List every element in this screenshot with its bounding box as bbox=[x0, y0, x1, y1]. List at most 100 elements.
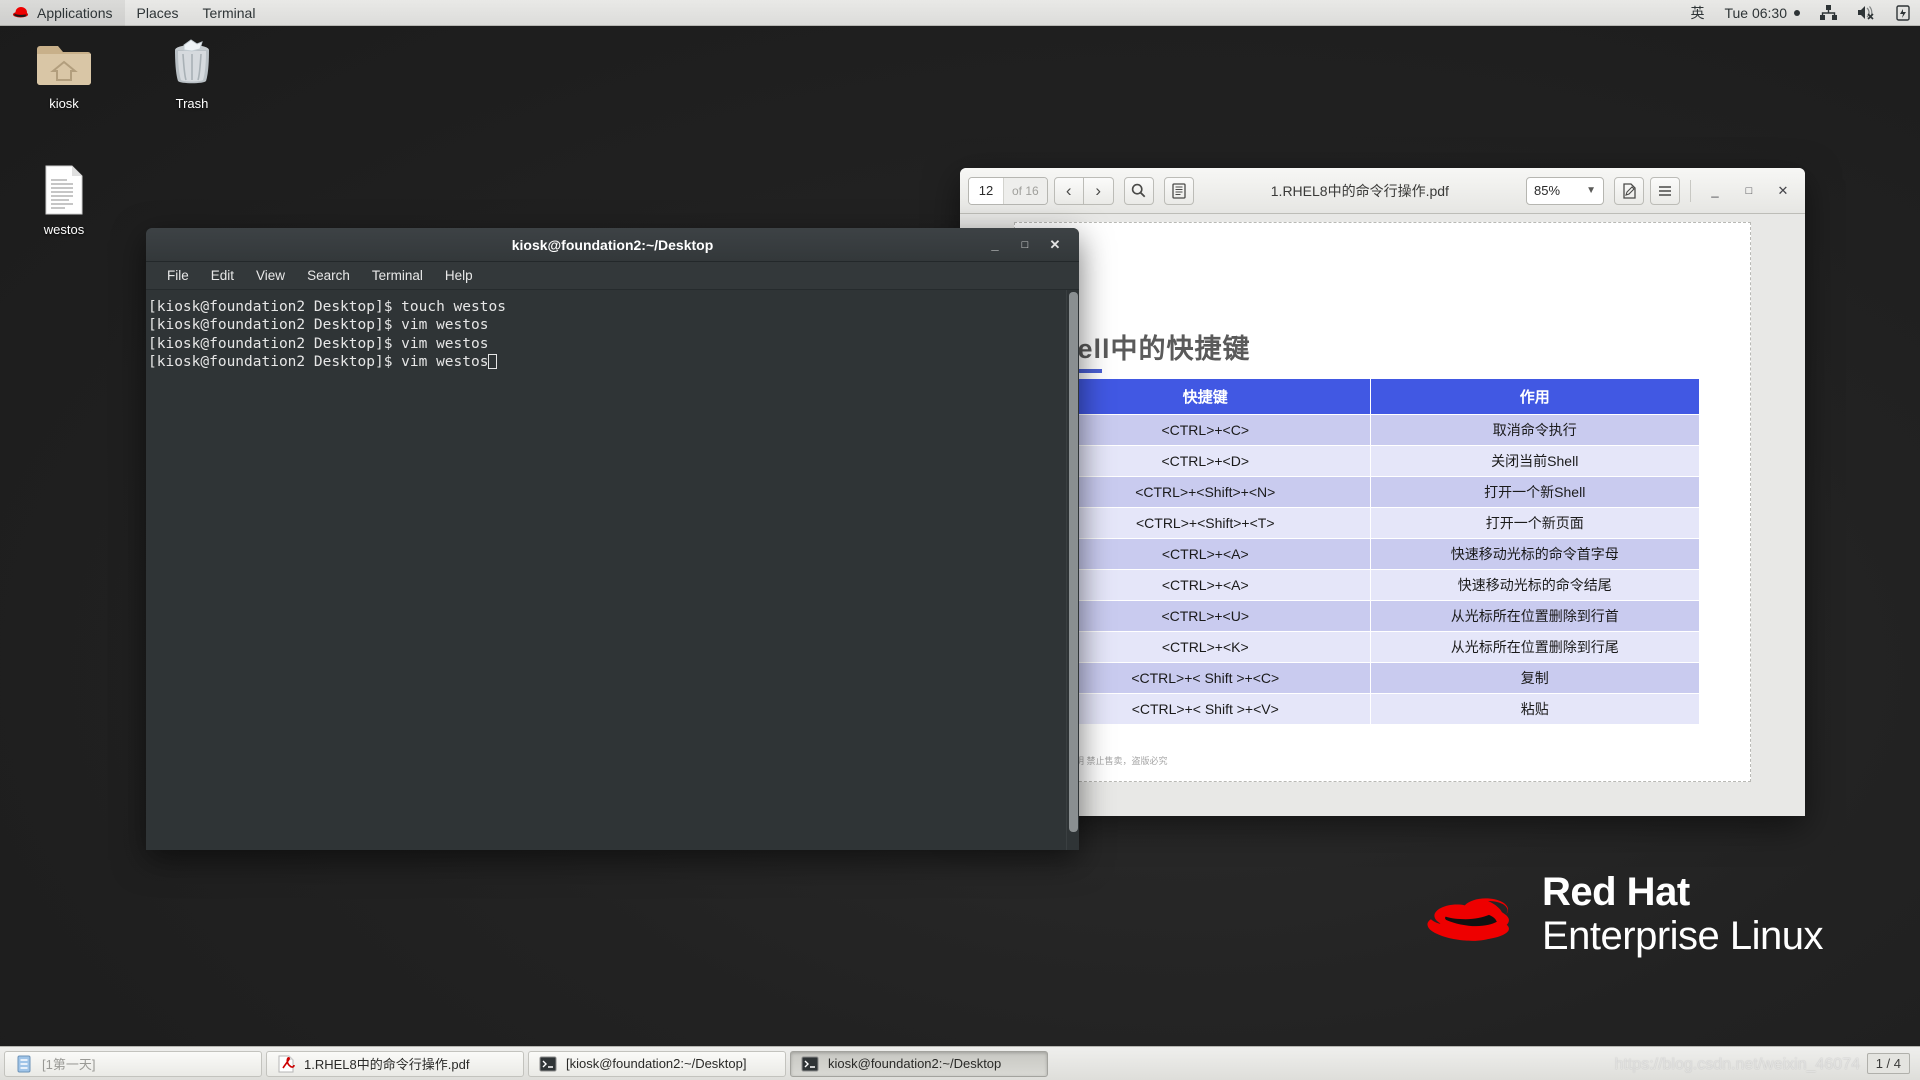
terminal-menubar: File Edit View Search Terminal Help bbox=[146, 262, 1079, 290]
zoom-select[interactable]: 85% ▼ bbox=[1526, 176, 1604, 205]
table-row: <CTRL>+<Shift>+<N> 打开一个新Shell bbox=[1040, 476, 1700, 508]
table-row: <CTRL>+<D> 关闭当前Shell bbox=[1040, 445, 1700, 477]
pdf-page-view[interactable]: Shell中的快捷键 快捷键 作用 <CTRL>+<C> 取消命令执行 <CTRL>… bbox=[960, 214, 1805, 816]
taskbar-item-pdf-label: 1.RHEL8中的命令行操作.pdf bbox=[304, 1057, 470, 1072]
applications-menu[interactable]: Applications bbox=[0, 0, 125, 26]
terminal-title-label: kiosk@foundation2:~/Desktop bbox=[511, 236, 714, 253]
cell-action: 从光标所在位置删除到行尾 bbox=[1369, 631, 1700, 663]
clock[interactable]: Tue 06:30 bbox=[1714, 0, 1810, 26]
page-nav-group: ‹ › bbox=[1053, 176, 1114, 205]
search-button[interactable] bbox=[1123, 176, 1154, 205]
menu-file[interactable]: File bbox=[158, 266, 198, 285]
cell-action: 复制 bbox=[1369, 662, 1700, 694]
pdf-maximize-button[interactable]: □ bbox=[1735, 177, 1763, 205]
top-panel: Applications Places Terminal 英 Tue 06:30 bbox=[0, 0, 1920, 26]
menu-terminal[interactable]: Terminal bbox=[363, 266, 432, 285]
terminal-body[interactable]: [kiosk@foundation2 Desktop]$ touch westo… bbox=[146, 290, 1079, 850]
desktop-icon-westos-label: westos bbox=[43, 222, 85, 237]
terminal-output[interactable]: [kiosk@foundation2 Desktop]$ touch westo… bbox=[146, 290, 1066, 850]
terminal-icon bbox=[801, 1056, 819, 1071]
page-number-input[interactable]: 12 bbox=[969, 177, 1003, 204]
table-header-row: 快捷键 作用 bbox=[1040, 378, 1700, 415]
taskbar-item-first-day[interactable]: [1第一天] bbox=[4, 1050, 262, 1077]
pdf-close-button[interactable]: ✕ bbox=[1769, 177, 1797, 205]
menu-help[interactable]: Help bbox=[436, 266, 482, 285]
table-body: <CTRL>+<C> 取消命令执行 <CTRL>+<D> 关闭当前Shell <CTRL… bbox=[1040, 414, 1700, 725]
terminal-minimize-button[interactable]: _ bbox=[981, 233, 1009, 257]
redhat-logo-icon bbox=[1427, 898, 1509, 941]
main-menu-button[interactable] bbox=[1650, 176, 1680, 205]
menu-view[interactable]: View bbox=[247, 266, 294, 285]
close-icon: ✕ bbox=[1049, 236, 1061, 252]
scrollbar-thumb[interactable] bbox=[1069, 292, 1078, 832]
top-panel-tray: 英 Tue 06:30 bbox=[1680, 0, 1920, 26]
top-panel-menus: Applications Places Terminal bbox=[0, 0, 267, 26]
taskbar: [1第一天] 1.RHEL8中的命令行操作.pdf [kiosk@foundat… bbox=[0, 1046, 1920, 1080]
minimize-icon: _ bbox=[991, 237, 999, 252]
terminal-icon bbox=[539, 1056, 557, 1071]
terminal-titlebar[interactable]: kiosk@foundation2:~/Desktop _ □ ✕ bbox=[146, 228, 1079, 262]
terminal-window-buttons: _ □ ✕ bbox=[981, 233, 1079, 257]
annotation-button[interactable] bbox=[1614, 176, 1644, 205]
pdf-minimize-button[interactable]: _ bbox=[1701, 177, 1729, 205]
cell-action: 关闭当前Shell bbox=[1369, 445, 1700, 477]
pdf-page: Shell中的快捷键 快捷键 作用 <CTRL>+<C> 取消命令执行 <CTRL>… bbox=[1009, 222, 1751, 782]
menu-search[interactable]: Search bbox=[298, 266, 359, 285]
outline-sidebar-button[interactable] bbox=[1163, 176, 1194, 205]
table-row: <CTRL>+< Shift >+<V> 粘贴 bbox=[1040, 693, 1700, 725]
battery-status[interactable] bbox=[1886, 0, 1920, 26]
minimize-icon: _ bbox=[1711, 183, 1719, 198]
close-icon: ✕ bbox=[1777, 182, 1789, 198]
places-menu[interactable]: Places bbox=[125, 0, 191, 26]
places-menu-label: Places bbox=[136, 4, 179, 21]
search-icon bbox=[1132, 183, 1146, 198]
terminal-line: [kiosk@foundation2 Desktop]$ vim westos bbox=[148, 317, 489, 334]
sidebar-icon bbox=[1172, 182, 1186, 199]
table-row: <CTRL>+<K> 从光标所在位置删除到行尾 bbox=[1040, 631, 1700, 663]
menu-edit[interactable]: Edit bbox=[202, 266, 243, 285]
hamburger-menu-icon bbox=[1659, 185, 1671, 196]
toolbar-separator bbox=[1690, 179, 1691, 202]
table-row: <CTRL>+<A> 快速移动光标的命令结尾 bbox=[1040, 569, 1700, 601]
cell-action: 从光标所在位置删除到行首 bbox=[1369, 600, 1700, 632]
annotation-icon bbox=[1623, 182, 1636, 199]
pdf-document-title: 1.RHEL8中的命令行操作.pdf bbox=[1270, 182, 1449, 199]
input-method-indicator[interactable]: 英 bbox=[1680, 0, 1714, 26]
cell-shortcut: <CTRL>+< Shift >+<C> bbox=[1040, 662, 1371, 694]
cell-action: 快速移动光标的命令结尾 bbox=[1369, 569, 1700, 601]
taskbar-item-terminal-1-label: [kiosk@foundation2:~/Desktop] bbox=[566, 1056, 747, 1071]
cell-shortcut: <CTRL>+< Shift >+<V> bbox=[1040, 693, 1371, 725]
chevron-down-icon: ▼ bbox=[1586, 185, 1596, 196]
desktop-icon-kiosk[interactable]: kiosk bbox=[16, 38, 112, 111]
rhel-wallpaper-brand: Red Hat Enterprise Linux bbox=[1424, 872, 1824, 956]
desktop-icon-trash[interactable]: Trash bbox=[144, 38, 240, 111]
trash-icon bbox=[164, 38, 220, 90]
chevron-right-icon: › bbox=[1095, 180, 1102, 200]
taskbar-item-terminal-2[interactable]: kiosk@foundation2:~/Desktop bbox=[790, 1050, 1048, 1077]
network-status[interactable] bbox=[1810, 0, 1847, 26]
desktop-icon-westos[interactable]: westos bbox=[16, 164, 112, 237]
redhat-logo-icon bbox=[13, 7, 28, 18]
applications-menu-label: Applications bbox=[37, 4, 113, 21]
taskbar-item-terminal-1[interactable]: [kiosk@foundation2:~/Desktop] bbox=[528, 1050, 786, 1077]
shortcut-table: 快捷键 作用 <CTRL>+<C> 取消命令执行 <CTRL>+<D> 关闭当前She… bbox=[1040, 378, 1700, 725]
terminal-scrollbar[interactable] bbox=[1066, 290, 1079, 850]
clock-label: Tue 06:30 bbox=[1724, 4, 1787, 21]
terminal-menu[interactable]: Terminal bbox=[191, 0, 268, 26]
taskbar-item-pdf[interactable]: 1.RHEL8中的命令行操作.pdf bbox=[266, 1050, 524, 1077]
page-selector[interactable]: 12 of 16 bbox=[968, 176, 1048, 205]
terminal-line: [kiosk@foundation2 Desktop]$ vim westos bbox=[146, 353, 1066, 371]
workspace-indicator[interactable]: 1 / 4 bbox=[1866, 1053, 1910, 1074]
table-row: <CTRL>+<Shift>+<T> 打开一个新页面 bbox=[1040, 507, 1700, 539]
previous-page-button[interactable]: ‹ bbox=[1053, 176, 1084, 205]
next-page-button[interactable]: › bbox=[1083, 176, 1114, 205]
home-folder-icon bbox=[36, 38, 92, 90]
terminal-close-button[interactable]: ✕ bbox=[1041, 233, 1069, 257]
network-icon bbox=[1820, 5, 1837, 20]
table-row: <CTRL>+<U> 从光标所在位置删除到行首 bbox=[1040, 600, 1700, 632]
battery-icon bbox=[1896, 4, 1910, 21]
terminal-maximize-button[interactable]: □ bbox=[1011, 233, 1039, 257]
pdf-toolbar: 12 of 16 ‹ › 1.RHEL8中的命令行操作.pdf 85% ▼ _ … bbox=[960, 168, 1805, 214]
volume-status[interactable] bbox=[1847, 0, 1886, 26]
cell-shortcut: <CTRL>+<C> bbox=[1040, 414, 1371, 446]
